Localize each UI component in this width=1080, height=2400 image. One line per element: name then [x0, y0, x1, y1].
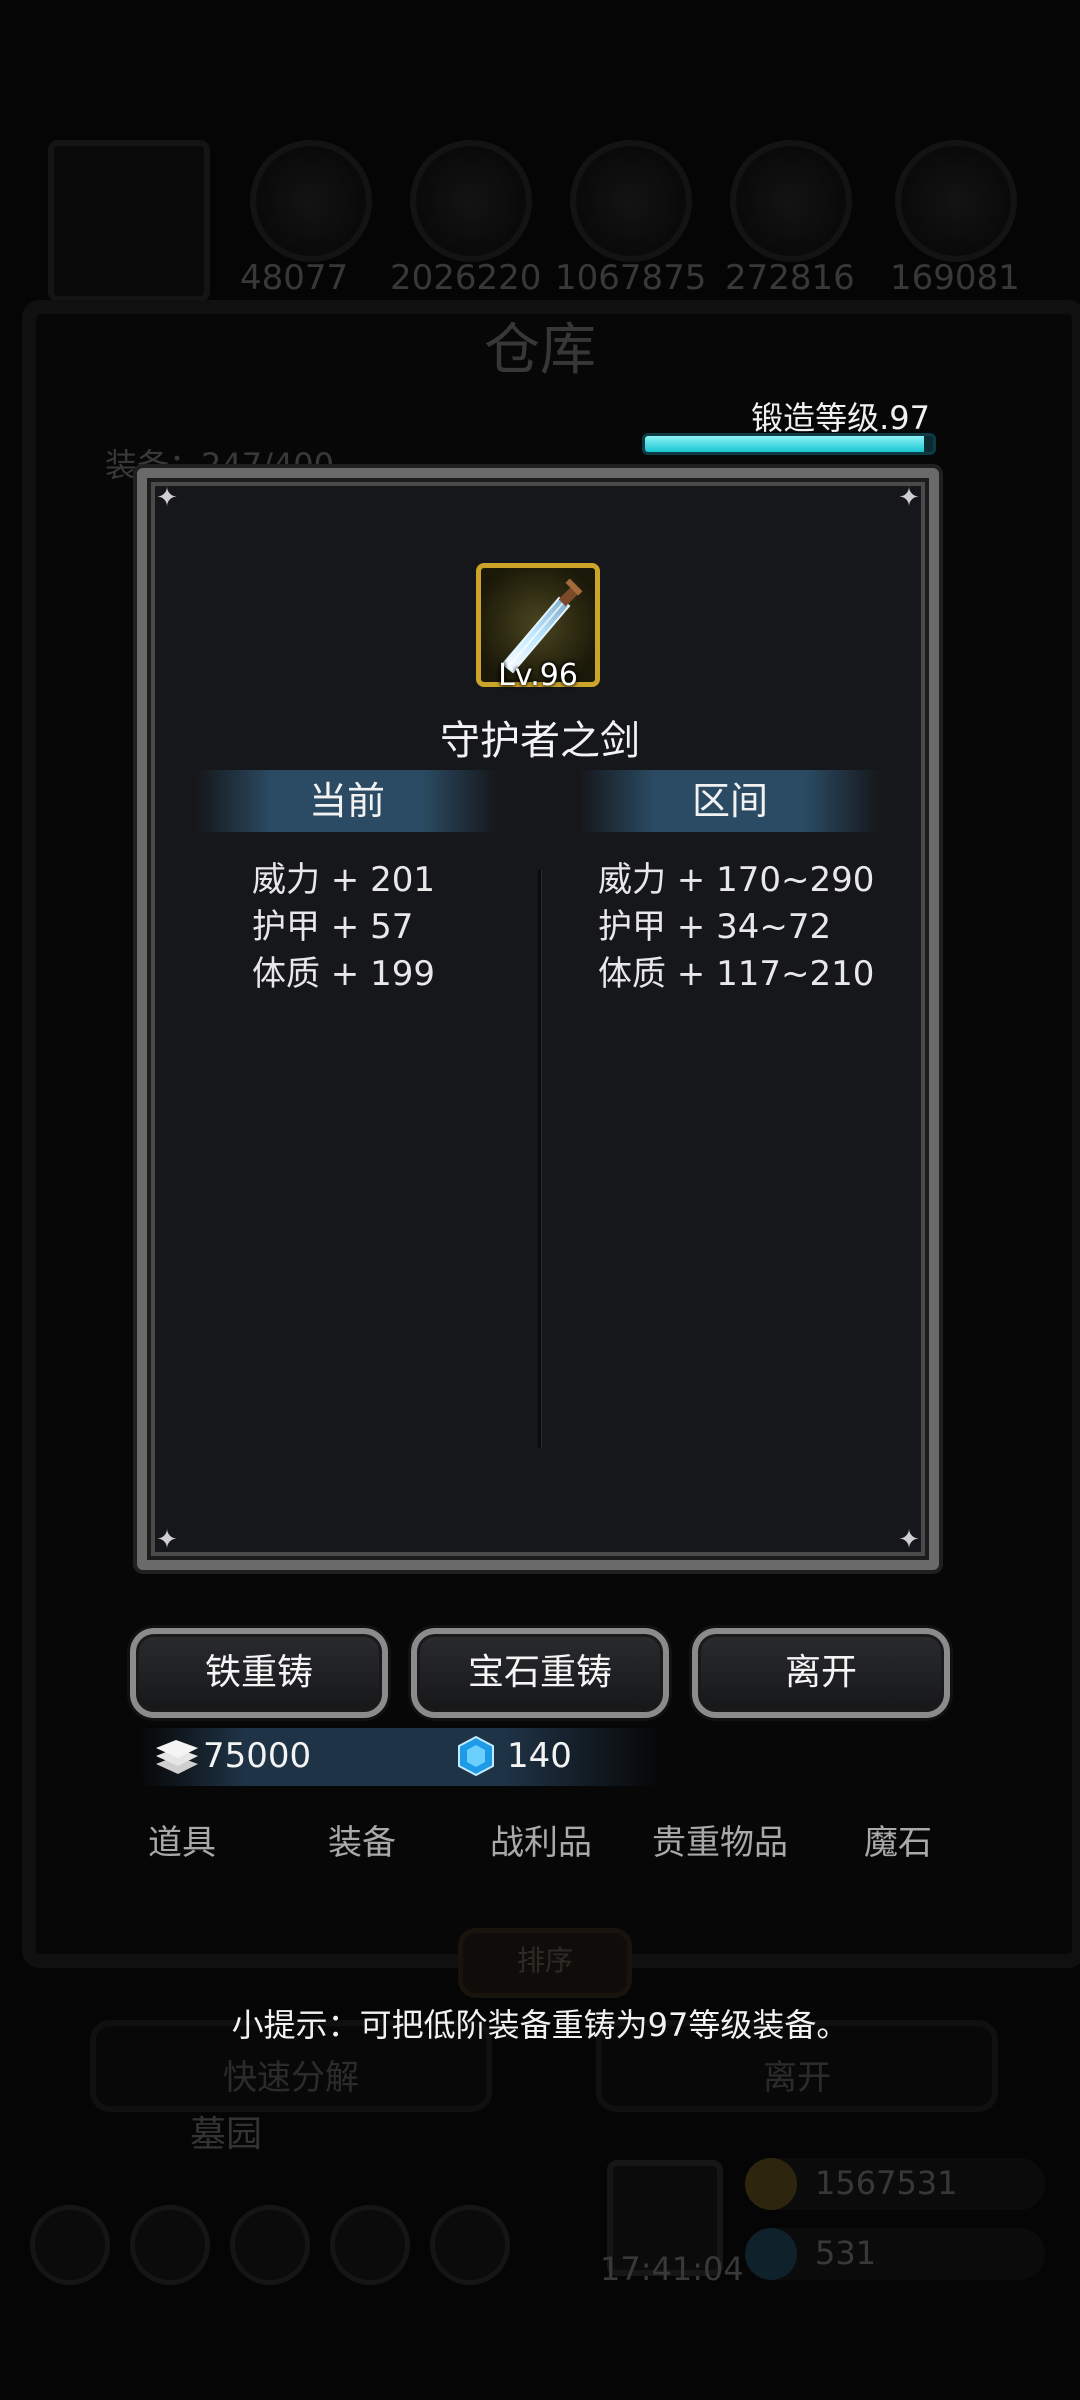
tab-loot[interactable]: 战利品 — [451, 1815, 631, 1864]
tab-equipment[interactable]: 装备 — [272, 1815, 452, 1864]
gold-coin-icon — [745, 2158, 797, 2210]
iron-reforge-button[interactable]: 铁重铸 — [130, 1628, 388, 1718]
corner-ornament: ✦ — [898, 483, 920, 513]
gold-value: 1567531 — [815, 2164, 958, 2202]
bottom-nav — [30, 2205, 550, 2285]
gem-amount: 140 — [507, 1736, 572, 1776]
current-stat-armor: 护甲 + 57 — [252, 907, 414, 947]
resource-icon — [250, 140, 372, 262]
nav-icon[interactable] — [30, 2205, 110, 2285]
current-stat-power: 威力 + 201 — [252, 860, 435, 900]
column-divider — [538, 870, 541, 1448]
gift-timer: 17:41:04 — [600, 2250, 744, 2288]
forge-level-fill — [645, 436, 925, 452]
tab-valuables[interactable]: 贵重物品 — [630, 1815, 810, 1864]
resource-icon — [570, 140, 692, 262]
tip-text: 小提示：可把低阶装备重铸为97等级装备。 — [231, 2006, 849, 2044]
nav-icon[interactable] — [230, 2205, 310, 2285]
resource-value: 272816 — [725, 258, 855, 298]
nav-icon[interactable] — [330, 2205, 410, 2285]
gem-reforge-button[interactable]: 宝石重铸 — [411, 1628, 669, 1718]
sort-button[interactable]: 排序 — [458, 1928, 632, 1998]
nav-icon[interactable] — [130, 2205, 210, 2285]
leave-button[interactable]: 离开 — [692, 1628, 950, 1718]
current-column-header: 当前 — [197, 770, 497, 832]
resource-value: 2026220 — [390, 258, 542, 298]
forge-level-bar — [642, 433, 936, 455]
tab-items[interactable]: 道具 — [92, 1815, 272, 1864]
avatar-slot[interactable] — [48, 140, 210, 302]
resource-icon — [410, 140, 532, 262]
warehouse-title: 仓库 — [484, 318, 596, 383]
corner-ornament: ✦ — [156, 1525, 178, 1555]
gem-coin-icon — [745, 2228, 797, 2280]
resource-icon — [895, 140, 1017, 262]
range-stat-armor: 护甲 + 34~72 — [598, 907, 832, 947]
corner-ornament: ✦ — [898, 1525, 920, 1555]
iron-amount: 75000 — [203, 1736, 312, 1776]
resource-value: 1067875 — [555, 258, 707, 298]
blue-gem-icon — [458, 1735, 494, 1777]
resource-value: 48077 — [240, 258, 349, 298]
current-stat-constitution: 体质 + 199 — [252, 954, 435, 994]
range-column-header: 区间 — [580, 770, 880, 832]
garden-label[interactable]: 墓园 — [190, 2105, 262, 2157]
item-level: Lv.96 — [498, 658, 578, 693]
range-stat-power: 威力 + 170~290 — [598, 860, 875, 900]
range-stat-constitution: 体质 + 117~210 — [598, 954, 875, 994]
resource-value: 169081 — [890, 258, 1020, 298]
nav-icon[interactable] — [430, 2205, 510, 2285]
gem-value: 531 — [815, 2234, 877, 2272]
corner-ornament: ✦ — [156, 483, 178, 513]
gold-display: 1567531 — [745, 2158, 1045, 2210]
resource-icon — [730, 140, 852, 262]
iron-ingot-icon — [156, 1740, 198, 1774]
tab-magic-stones[interactable]: 魔石 — [808, 1815, 988, 1864]
item-name: 守护者之剑 — [440, 718, 640, 764]
gem-display: 531 — [745, 2228, 1045, 2280]
